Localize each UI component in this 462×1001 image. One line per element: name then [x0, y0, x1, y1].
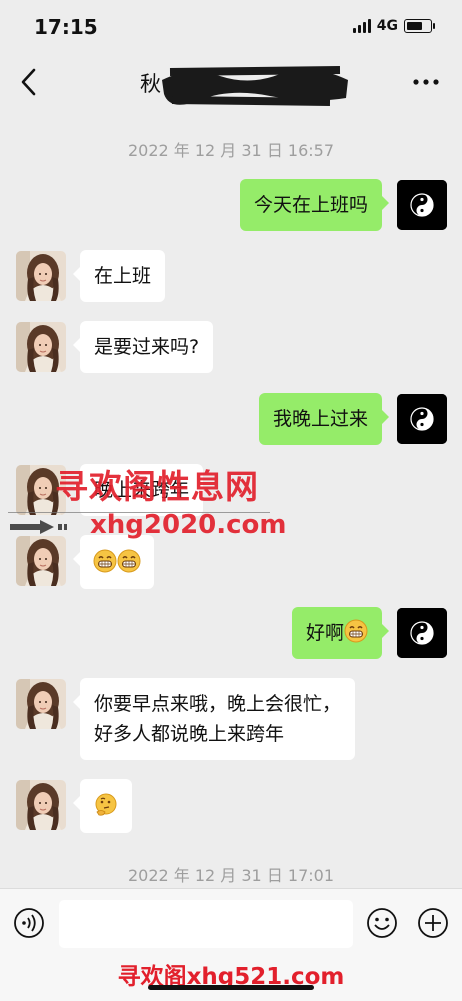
message-text: 今天在上班吗 [253, 194, 368, 216]
message-input[interactable] [59, 900, 353, 948]
status-time: 17:15 [34, 15, 98, 39]
sent-message[interactable]: 我晚上过来 [258, 393, 390, 445]
received-message[interactable]: 在上班 [72, 250, 166, 302]
signal-strength-icon [352, 19, 371, 33]
received-message[interactable]: 是要过来吗? [72, 321, 214, 373]
status-indicators: 4G [352, 18, 435, 34]
sent-message[interactable]: 好啊 [291, 607, 390, 659]
battery-icon [404, 19, 435, 33]
more-options-icon[interactable] [410, 72, 442, 92]
add-attachment-icon[interactable] [417, 907, 449, 939]
grinning-face-icon [344, 619, 368, 643]
chat-header: 秋 [0, 50, 462, 112]
message-text: 是要过来吗? [94, 336, 200, 358]
contact-avatar[interactable] [16, 679, 66, 729]
contact-avatar[interactable] [16, 251, 66, 301]
my-avatar[interactable] [397, 180, 447, 230]
network-type: 4G [376, 18, 398, 34]
message-text-line: 你要早点来哦，晚上会很忙， [94, 693, 342, 715]
grinning-face-icon [93, 549, 117, 573]
received-message[interactable] [73, 535, 154, 589]
my-avatar[interactable] [397, 394, 447, 444]
received-message[interactable]: 你要早点来哦，晚上会很忙， 好多人都说晚上来跨年 [72, 678, 356, 760]
emoji-picker-icon[interactable] [366, 907, 398, 939]
chat-title: 秋 [140, 72, 161, 96]
message-text: 我晚上过来 [272, 408, 368, 430]
thinking-face-icon [94, 793, 118, 817]
contact-avatar[interactable] [16, 780, 66, 830]
grinning-face-icon [117, 549, 141, 573]
watermark-url: xhg2020.com [90, 510, 287, 540]
contact-avatar[interactable] [16, 536, 66, 586]
home-indicator [148, 985, 314, 990]
message-timestamp: 2022 年 12 月 31 日 17:01 [127, 866, 335, 885]
back-arrow-icon[interactable] [14, 64, 44, 100]
my-avatar[interactable] [397, 608, 447, 658]
watermark-arrow-icon [10, 520, 67, 534]
message-text: 好啊 [305, 622, 344, 644]
received-message[interactable] [73, 779, 132, 833]
voice-input-icon[interactable] [13, 907, 45, 939]
contact-avatar[interactable] [16, 322, 66, 372]
message-text: 在上班 [94, 265, 152, 287]
redaction-scribble [162, 66, 348, 106]
status-bar: 17:15 4G [0, 0, 462, 50]
message-timestamp: 2022 年 12 月 31 日 16:57 [127, 141, 335, 160]
watermark-site-name: 寻欢阁性息网 [55, 467, 259, 506]
sent-message[interactable]: 今天在上班吗 [239, 179, 390, 231]
message-text-line: 好多人都说晚上来跨年 [94, 723, 285, 745]
